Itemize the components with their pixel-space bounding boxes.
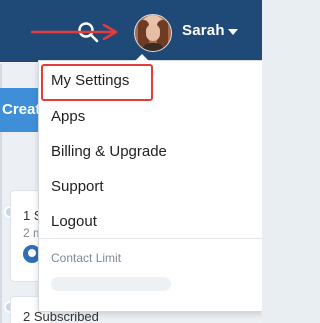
menu-item-logout[interactable]: Logout xyxy=(51,207,251,237)
dropdown-notch xyxy=(135,54,149,61)
user-menu-toggle[interactable]: Sarah xyxy=(130,12,262,52)
app-window: Sarah Creat 1 S 2 m 2 Subscribed My Sett… xyxy=(0,0,262,323)
user-name[interactable]: Sarah xyxy=(182,22,225,39)
menu-item-my-settings[interactable]: My Settings xyxy=(51,66,251,96)
create-button[interactable]: Creat xyxy=(0,88,42,132)
avatar[interactable] xyxy=(134,14,172,52)
menu-item-apps[interactable]: Apps xyxy=(51,102,251,132)
annotation-arrow xyxy=(30,24,118,40)
menu-item-support[interactable]: Support xyxy=(51,172,251,202)
contact-limit-label: Contact Limit xyxy=(51,251,122,265)
menu-divider xyxy=(39,238,262,239)
caret-down-icon[interactable] xyxy=(228,29,238,35)
user-dropdown-menu: My Settings Apps Billing & Upgrade Suppo… xyxy=(38,54,262,312)
contact-limit-progress-bar xyxy=(51,277,171,291)
menu-item-billing-upgrade[interactable]: Billing & Upgrade xyxy=(51,137,251,167)
